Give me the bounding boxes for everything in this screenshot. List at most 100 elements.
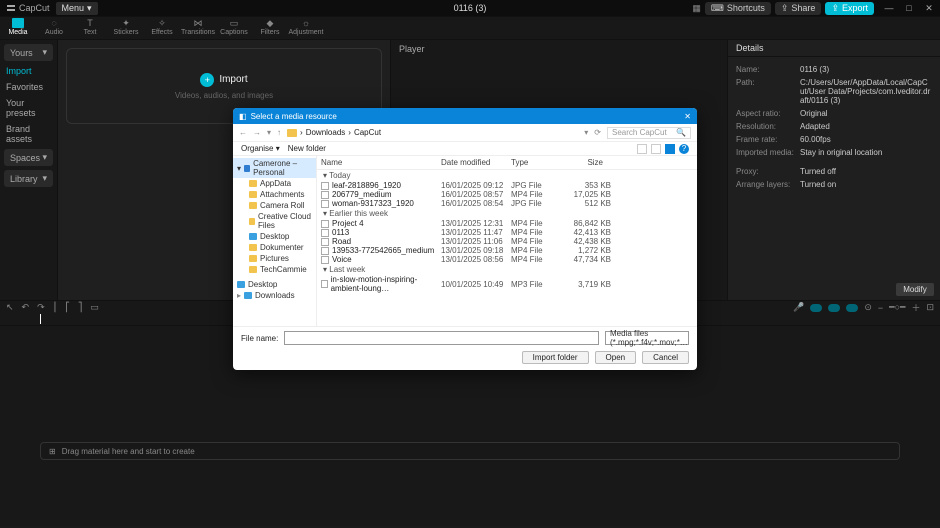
refresh-icon[interactable]: ⟳ — [594, 128, 601, 137]
tree-item[interactable]: Creative Cloud Files — [233, 211, 316, 231]
file-row[interactable]: leaf-2818896_192016/01/2025 09:12JPG Fil… — [317, 181, 697, 190]
app-icon: ◧ — [239, 112, 247, 121]
file-size: 42,413 KB — [561, 228, 611, 237]
file-type: MP4 File — [511, 219, 561, 228]
file-row[interactable]: in-slow-motion-inspiring-ambient-loung…1… — [317, 275, 697, 293]
search-icon: 🔍 — [676, 128, 686, 137]
organise-button[interactable]: Organise ▾ — [241, 144, 280, 153]
tree-label: Desktop — [260, 232, 289, 241]
file-open-dialog: ◧ Select a media resource ✕ ← → ▾ ↑ › Do… — [233, 108, 697, 370]
col-size[interactable]: Size — [557, 156, 607, 169]
breadcrumb-item[interactable]: Downloads — [306, 128, 346, 137]
file-row[interactable]: Voice13/01/2025 08:56MP4 File47,734 KB — [317, 255, 697, 264]
file-row[interactable]: 206779_medium16/01/2025 08:57MP4 File17,… — [317, 190, 697, 199]
file-row[interactable]: woman-9317323_192016/01/2025 08:54JPG Fi… — [317, 199, 697, 208]
tree-label: TechCammie — [260, 265, 307, 274]
file-icon — [321, 229, 329, 237]
filename-label: File name: — [241, 334, 278, 343]
tree-label: Camera Roll — [260, 201, 304, 210]
help-icon[interactable]: ? — [679, 144, 689, 154]
open-button[interactable]: Open — [595, 351, 637, 364]
new-folder-button[interactable]: New folder — [288, 144, 326, 153]
file-icon — [321, 200, 329, 208]
search-input[interactable]: Search CapCut 🔍 — [607, 127, 691, 139]
file-type: MP4 File — [511, 237, 561, 246]
search-placeholder: Search CapCut — [612, 128, 667, 137]
group-earlier[interactable]: ▾ Earlier this week — [317, 208, 697, 219]
folder-icon — [287, 129, 297, 137]
group-today[interactable]: ▾ Today — [317, 170, 697, 181]
chevron-down-icon: ▾ — [237, 164, 241, 173]
dialog-title: Select a media resource — [251, 112, 337, 121]
view-details-icon[interactable] — [665, 144, 675, 154]
file-name: Road — [332, 237, 351, 246]
file-size: 353 KB — [561, 181, 611, 190]
file-date: 13/01/2025 11:06 — [441, 237, 511, 246]
group-lastweek[interactable]: ▾ Last week — [317, 264, 697, 275]
tree-label: Creative Cloud Files — [258, 212, 312, 230]
file-row[interactable]: Project 413/01/2025 12:31MP4 File86,842 … — [317, 219, 697, 228]
dialog-close-icon[interactable]: ✕ — [684, 112, 691, 121]
desktop-icon — [249, 233, 257, 240]
view-compact-icon[interactable] — [651, 144, 661, 154]
filetype-combo[interactable]: Media files (*.mpg;*.f4v;*.mov;*… — [605, 331, 689, 345]
filename-input[interactable] — [284, 331, 599, 345]
tree-item[interactable]: Attachments — [233, 189, 316, 200]
file-type: JPG File — [511, 181, 561, 190]
file-row[interactable]: 011313/01/2025 11:47MP4 File42,413 KB — [317, 228, 697, 237]
tree-item[interactable]: AppData — [233, 178, 316, 189]
file-row[interactable]: 139533-772542665_medium13/01/2025 09:18M… — [317, 246, 697, 255]
col-type[interactable]: Type — [507, 156, 557, 169]
tree-item[interactable]: TechCammie — [233, 264, 316, 275]
folder-icon — [249, 180, 257, 187]
nav-fwd-icon[interactable]: → — [253, 128, 261, 137]
col-date[interactable]: Date modified — [437, 156, 507, 169]
chevron-down-icon[interactable]: ▾ — [584, 128, 588, 137]
file-list: Name Date modified Type Size ▾ Today lea… — [317, 156, 697, 326]
tree-item[interactable]: Dokumenter — [233, 242, 316, 253]
folder-icon — [249, 202, 257, 209]
filetype-label: Media files (*.mpg;*.f4v;*.mov;*… — [610, 329, 688, 347]
tree-item[interactable]: ▾ Camerone – Personal — [233, 158, 316, 178]
file-date: 13/01/2025 09:18 — [441, 246, 511, 255]
file-date: 10/01/2025 10:49 — [441, 280, 511, 289]
file-type: MP4 File — [511, 228, 561, 237]
col-name[interactable]: Name — [317, 156, 437, 169]
onedrive-icon — [244, 165, 250, 172]
file-size: 86,842 KB — [561, 219, 611, 228]
tree-item[interactable]: ▸Downloads — [233, 290, 316, 301]
file-row[interactable]: Road 13/01/2025 11:06MP4 File42,438 KB — [317, 237, 697, 246]
file-name: leaf-2818896_1920 — [332, 181, 401, 190]
tree-label: Desktop — [248, 280, 277, 289]
folder-icon — [249, 191, 257, 198]
file-icon — [321, 182, 329, 190]
file-size: 42,438 KB — [561, 237, 611, 246]
file-name: woman-9317323_1920 — [332, 199, 414, 208]
breadcrumb-item[interactable]: CapCut — [354, 128, 381, 137]
file-type: MP3 File — [511, 280, 561, 289]
file-size: 3,719 KB — [561, 280, 611, 289]
file-date: 13/01/2025 11:47 — [441, 228, 511, 237]
download-icon — [244, 292, 252, 299]
nav-back-icon[interactable]: ← — [239, 128, 247, 137]
nav-up-icon[interactable]: ↑ — [277, 128, 281, 137]
file-date: 13/01/2025 08:56 — [441, 255, 511, 264]
breadcrumb[interactable]: › Downloads › CapCut — [287, 128, 578, 137]
tree-label: Camerone – Personal — [253, 159, 312, 177]
tree-item[interactable]: Pictures — [233, 253, 316, 264]
cancel-button[interactable]: Cancel — [642, 351, 689, 364]
folder-icon — [249, 218, 255, 225]
view-list-icon[interactable] — [637, 144, 647, 154]
file-size: 17,025 KB — [561, 190, 611, 199]
file-type: MP4 File — [511, 255, 561, 264]
tree-item[interactable]: Desktop — [233, 231, 316, 242]
file-date: 16/01/2025 08:57 — [441, 190, 511, 199]
file-icon — [321, 247, 329, 255]
import-folder-button[interactable]: Import folder — [522, 351, 589, 364]
tree-item[interactable]: Desktop — [233, 279, 316, 290]
chevron-down-icon[interactable]: ▾ — [267, 128, 271, 137]
file-name: Voice — [332, 255, 352, 264]
tree-label: Pictures — [260, 254, 289, 263]
tree-item[interactable]: Camera Roll — [233, 200, 316, 211]
file-name: in-slow-motion-inspiring-ambient-loung… — [331, 275, 441, 293]
